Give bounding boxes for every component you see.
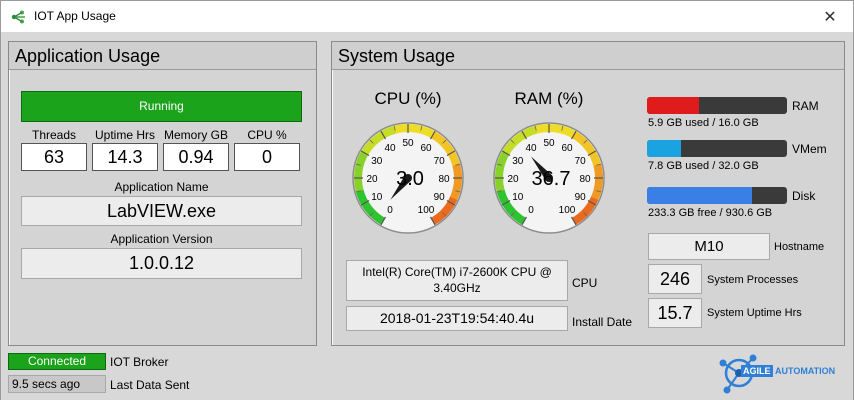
install-date-label: Install Date [572,315,633,329]
agile-automation-logo: AGILE AUTOMATION [715,350,847,396]
ram-gauge-value: 36.7 [532,168,571,190]
last-data-sent-label: Last Data Sent [110,378,190,392]
last-data-sent-value: 9.5 secs ago [8,375,106,393]
memory-gb-value: 0.94 [163,143,229,171]
ram-bar-label: RAM [792,99,819,113]
vmem-bar-label: VMem [792,142,827,156]
broker-status-indicator: Connected [8,353,106,370]
system-uptime-value: 15.7 [648,298,702,328]
system-uptime-label: System Uptime Hrs [707,307,802,319]
cpu-gauge-value: 3.0 [396,168,424,190]
cpu-gauge-tick-label: 70 [434,156,446,167]
application-name-value: LabVIEW.exe [21,196,302,226]
disk-usage-bar [647,187,787,204]
cpu-percent-value: 0 [234,143,300,171]
ram-gauge: RAM (%) 0 10 20 3040 50 6070 80 90 100 36.7 [493,89,605,234]
ram-gauge-tick-label: 70 [575,156,587,167]
cpu-gauge-tick-label: 50 [402,138,414,149]
ram-usage-bar-fill [647,97,699,114]
ram-gauge-tick-label: 100 [559,205,576,216]
ram-gauge-tick-label: 80 [579,174,591,185]
ram-gauge-color-band-5 [590,164,603,201]
ram-gauge-tick-label: 50 [543,138,555,149]
uptime-hrs-label: Uptime Hrs [94,128,155,142]
system-usage-panel: System Usage CPU (%) 0 10 20 30 40 50 60 70 80 90 1… [331,41,845,346]
cpu-gauge-tick-label: 0 [387,205,393,216]
ram-usage-caption: 5.9 GB used / 16.0 GB [648,117,759,129]
ram-gauge-tick-label: 10 [512,192,524,203]
close-icon: ✕ [823,8,837,26]
cpu-gauge-tick-label: 90 [434,192,446,203]
cpu-gauge-tick-label: 100 [418,205,435,216]
application-version-value: 1.0.0.12 [21,248,302,279]
ram-gauge-title: RAM (%) [515,89,584,108]
logo-text-agile: AGILE [741,365,773,377]
system-usage-heading: System Usage [332,42,844,70]
content-area: Application Usage Running Threads Uptime… [1,32,853,400]
app-network-icon [11,10,25,24]
cpu-gauge-title: CPU (%) [374,89,441,108]
window-title: IOT App Usage [34,9,116,23]
disk-usage-caption: 233.3 GB free / 930.6 GB [648,207,773,219]
vmem-usage-bar [647,140,787,157]
title-bar[interactable]: IOT App Usage ✕ [1,1,853,32]
system-processes-label: System Processes [707,274,799,286]
ram-gauge-tick-label: 60 [561,143,573,154]
cpu-gauge-tick-label: 10 [371,192,383,203]
hostname-value: M10 [648,233,770,260]
vmem-usage-caption: 7.8 GB used / 32.0 GB [648,160,759,172]
vmem-usage-bar-fill [647,140,682,157]
ram-gauge-tick-label: 40 [525,143,537,154]
cpu-gauge-tick-label: 40 [384,143,396,154]
application-usage-panel: Application Usage Running Threads Uptime… [8,41,317,346]
disk-usage-bar-fill [647,187,752,204]
cpu-gauge-tick-label: 60 [420,143,432,154]
threads-value: 63 [21,143,87,171]
system-processes-value: 246 [648,264,702,294]
ram-gauge-tick-label: 90 [575,192,587,203]
ram-gauge-tick-label: 20 [507,174,519,185]
app-status-indicator: Running [21,91,302,122]
ram-usage-bar [647,97,787,114]
threads-label: Threads [31,128,77,142]
close-button[interactable]: ✕ [807,1,853,32]
ram-gauge-tick-label: 30 [512,156,524,167]
cpu-gauge-tick-label: 30 [371,156,383,167]
logo-text-automation: AUTOMATION [775,366,836,376]
app-window: IOT App Usage ✕ Application Usage Runnin… [0,0,854,400]
ram-gauge-tick-label: 0 [528,205,534,216]
cpu-percent-label: CPU % [247,128,287,142]
application-usage-heading: Application Usage [9,42,316,70]
uptime-hrs-value: 14.3 [92,143,158,171]
memory-gb-label: Memory GB [163,128,228,142]
broker-label: IOT Broker [110,355,169,369]
application-name-label: Application Name [114,180,209,194]
install-date-value: 2018-01-23T19:54:40.4u [346,306,568,331]
cpu-gauge-tick-label: 80 [438,174,450,185]
cpu-model-label: CPU [572,276,598,290]
disk-bar-label: Disk [792,189,816,203]
application-version-label: Application Version [110,232,213,246]
cpu-model-value: Intel(R) Core(TM) i7-2600K CPU @ 3.40GHz [346,260,568,301]
hostname-label: Hostname [774,241,825,253]
cpu-gauge-color-band-5 [449,164,462,201]
cpu-gauge-tick-label: 20 [366,174,378,185]
cpu-gauge: CPU (%) 0 10 20 3040 50 6070 80 90 100 3.0 [352,89,464,234]
